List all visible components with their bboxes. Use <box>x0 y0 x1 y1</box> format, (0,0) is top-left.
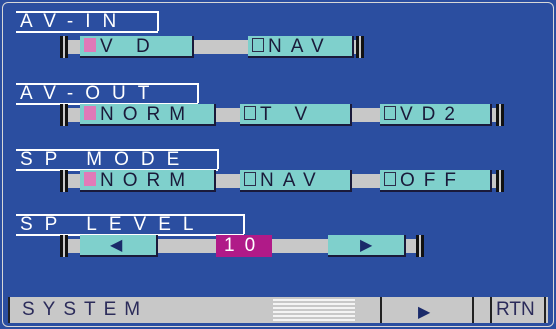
av-out-tv-button[interactable]: T V <box>240 104 352 126</box>
checkbox-icon <box>252 38 264 53</box>
bar-left-cap <box>60 36 68 58</box>
checkbox-icon <box>244 106 256 121</box>
sp-level-title: SP LEVEL <box>16 214 245 236</box>
bar-separator <box>472 297 474 323</box>
av-out-norm-button[interactable]: NORM <box>80 104 216 126</box>
option-label: T V <box>260 104 317 125</box>
av-in-title: AV-IN <box>16 11 159 33</box>
sp-mode-norm-button[interactable]: NORM <box>80 170 216 192</box>
checkbox-icon <box>84 106 96 121</box>
stripe-decoration <box>273 299 355 321</box>
av-out-title: AV-OUT <box>16 83 199 105</box>
level-decrease-button[interactable]: ◀ <box>80 235 158 257</box>
bar-right-cap <box>496 104 504 126</box>
checkbox-icon <box>84 172 96 187</box>
system-label: SYSTEM <box>22 299 149 320</box>
return-label: RTN <box>496 299 535 320</box>
left-arrow-icon: ◀ <box>110 237 132 254</box>
av-out-bar: NORM T V VD2 <box>60 104 506 126</box>
option-label: OFF <box>400 170 465 191</box>
option-label: V D <box>100 36 159 57</box>
return-button[interactable]: RTN <box>492 297 542 323</box>
bottom-bar: SYSTEM ▶ RTN <box>8 297 548 323</box>
option-label: NAV <box>268 36 333 57</box>
sp-mode-nav-button[interactable]: NAV <box>240 170 352 192</box>
option-label: NORM <box>100 104 195 125</box>
sp-level-bar: ◀ 10 ▶ <box>60 235 426 257</box>
right-arrow-icon: ▶ <box>418 304 431 321</box>
option-label: VD2 <box>400 104 464 125</box>
bar-separator <box>8 297 10 323</box>
checkbox-icon <box>84 38 96 53</box>
checkbox-icon <box>244 172 256 187</box>
next-button[interactable]: ▶ <box>382 297 472 323</box>
av-out-vd2-button[interactable]: VD2 <box>380 104 492 126</box>
level-increase-button[interactable]: ▶ <box>328 235 406 257</box>
av-in-nav-button[interactable]: NAV <box>248 36 354 58</box>
bar-left-cap <box>60 235 68 257</box>
bar-left-cap <box>60 170 68 192</box>
av-in-bar: V D NAV <box>60 36 372 58</box>
option-label: NAV <box>260 170 325 191</box>
sp-mode-title: SP MODE <box>16 149 219 171</box>
av-in-vd-button[interactable]: V D <box>80 36 194 58</box>
checkbox-icon <box>384 106 396 121</box>
bar-right-cap <box>496 170 504 192</box>
option-label: NORM <box>100 170 195 191</box>
bar-left-cap <box>60 104 68 126</box>
bar-right-cap <box>416 235 424 257</box>
checkbox-icon <box>384 172 396 187</box>
sp-mode-off-button[interactable]: OFF <box>380 170 492 192</box>
level-value: 10 <box>216 235 272 257</box>
sp-mode-bar: NORM NAV OFF <box>60 170 506 192</box>
bar-right-cap <box>356 36 364 58</box>
bar-separator <box>544 297 546 323</box>
right-arrow-icon: ▶ <box>360 237 382 254</box>
